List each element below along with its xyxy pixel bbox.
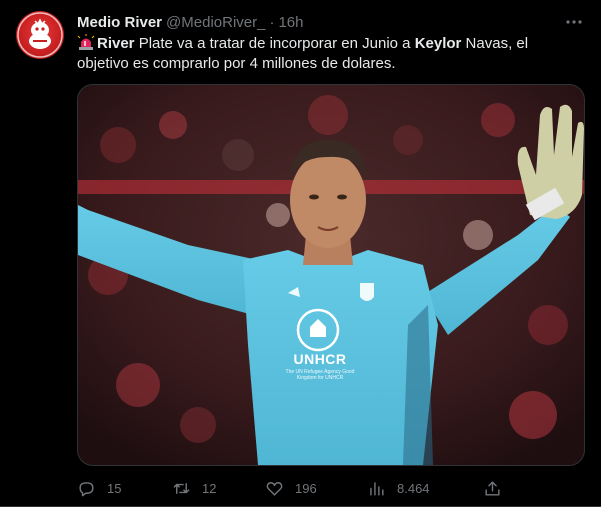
sponsor-subtext: The UN Refugee Agency Good Kingdom for U… [285,369,355,381]
reply-icon [79,481,94,496]
reply-count: 15 [107,480,122,496]
text-part1: Plate va a tratar de incorporar en Junio… [134,35,415,52]
repost-count: 12 [202,480,217,496]
tweet-image[interactable]: UNHCR The UN Refugee Agency Good Kingdom… [77,84,585,466]
share-icon [485,480,500,496]
tweet-text: River Plate va a tratar de incorporar en… [77,34,547,74]
repost-button[interactable]: 12 [172,476,216,500]
author-handle[interactable]: @MedioRiver_ [166,14,265,31]
sponsor-logo: UNHCR [293,351,347,367]
more-icon[interactable] [564,13,584,31]
text-bold-river: River [97,35,135,52]
timestamp[interactable]: 16h [278,14,303,31]
like-icon [266,481,283,496]
share-button[interactable] [483,476,502,500]
repost-icon [173,482,190,494]
like-count: 196 [295,480,317,496]
reply-button[interactable]: 15 [77,476,121,500]
text-bold-keylor: Keylor [414,35,462,52]
tweet[interactable]: Medio River @MedioRiver_ · 16h River Pla… [0,0,601,507]
tweet-header: Medio River @MedioRiver_ · 16h [77,12,585,32]
author-name[interactable]: Medio River [77,14,162,31]
siren-icon [77,34,95,50]
views-button[interactable]: 8.464 [367,476,430,500]
action-bar: 15 12 196 8.464 [77,476,517,500]
views-icon [370,481,384,496]
view-count: 8.464 [397,480,430,496]
separator: · [269,13,275,31]
avatar[interactable] [16,11,64,59]
like-button[interactable]: 196 [265,476,317,500]
